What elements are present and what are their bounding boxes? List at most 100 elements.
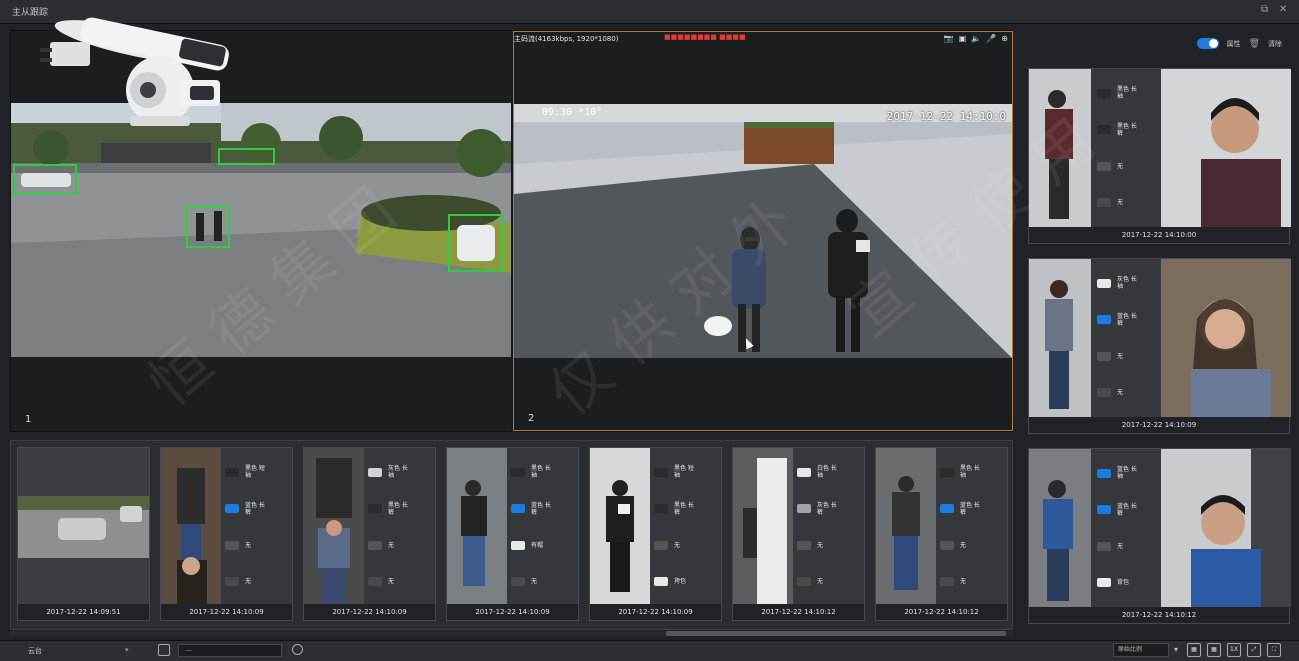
ptz-label[interactable]: 云台 [28, 646, 42, 656]
zoom-1x-button[interactable]: 1X [1227, 643, 1241, 657]
hat-icon [940, 540, 954, 550]
video-osd-text: 09:30 *10° [542, 107, 603, 118]
attribute-label: 有帽 [531, 541, 544, 549]
pants-icon [1097, 125, 1111, 135]
scrollbar-thumb[interactable] [666, 631, 1006, 636]
attribute-label: 无 [1117, 199, 1124, 207]
thumbnail-time: 2017-12-22 14:10:12 [876, 604, 1007, 620]
attribute-list: 灰色 长袖 蓝色 长裤 无 无 [1095, 259, 1141, 417]
attribute-label: 灰色 长裤 [817, 501, 837, 516]
video-index-left: 1 [25, 414, 32, 425]
restore-icon[interactable]: ⧉ [1261, 5, 1271, 15]
thumbnail-image [590, 448, 650, 606]
body-image [1029, 259, 1091, 417]
thumbnail-image [733, 448, 793, 606]
attribute-label: 黑色 长袖 [1117, 86, 1137, 101]
thumbnail-card[interactable]: 黑色 短袖 蓝色 长裤 无 无 2017-12-22 14:10:09 [160, 447, 293, 621]
aspect-ratio-select[interactable]: 原始比例 [1113, 643, 1178, 657]
attribute-label: 无 [960, 578, 967, 586]
clear-button[interactable]: 清除 [1268, 39, 1282, 49]
attribute-label: 无 [388, 578, 395, 586]
zoom-icon[interactable]: ⊕ [1001, 34, 1008, 43]
thumbnail-card[interactable]: 白色 长袖 灰色 长裤 无 无 2017-12-22 14:10:12 [732, 447, 865, 621]
attribute-row: 背包 [1097, 570, 1139, 596]
attribute-toggle[interactable] [1196, 38, 1219, 49]
person-card[interactable]: 蓝色 长袖 蓝色 长裤 无 背包 2017-12-22 14:10:12 [1028, 448, 1291, 624]
thumbnail-image [447, 448, 507, 606]
thumbnail-time: 2017-12-22 14:10:09 [304, 604, 435, 620]
hat-icon [368, 540, 382, 550]
attribute-list: 灰色 长袖 黑色 长裤 无 无 [366, 448, 412, 606]
fullscreen-icon[interactable]: ⛶ [1267, 643, 1281, 657]
attribute-row: 无 [654, 532, 696, 558]
thumbnail-time: 2017-12-22 14:09:51 [18, 604, 149, 620]
video-timestamp: 2017-12-22 14:10:0 [886, 110, 1006, 123]
save-icon[interactable] [158, 644, 170, 656]
shirt-icon [797, 467, 811, 477]
attribute-label: 无 [960, 541, 967, 549]
thumbnail-card[interactable]: 2017-12-22 14:09:51 [17, 447, 150, 621]
audio-icon[interactable]: 🔈 [971, 34, 981, 43]
layout-split-icon[interactable]: ▦ [1207, 643, 1221, 657]
attribute-row: 蓝色 长裤 [225, 496, 267, 522]
thumbnail-card[interactable]: 黑色 短袖 黑色 长裤 无 挎包 2017-12-22 14:10:09 [589, 447, 722, 621]
attribute-label: 无 [531, 578, 538, 586]
pants-icon [1097, 315, 1111, 325]
hat-icon [1097, 351, 1111, 361]
attribute-label: 蓝色 长裤 [245, 501, 265, 516]
preset-select[interactable]: — [178, 644, 282, 657]
attribute-label: 黑色 长裤 [674, 501, 694, 516]
attribute-row: 无 [1097, 380, 1139, 406]
person-card[interactable]: 黑色 长袖 黑色 长裤 无 无 2017-12-22 14:10:00 [1028, 68, 1291, 244]
tracking-scene-graphic [514, 104, 1012, 358]
refresh-icon[interactable] [292, 644, 303, 655]
attribute-row: 无 [1097, 190, 1139, 216]
shirt-icon [1097, 278, 1111, 288]
hat-icon [797, 540, 811, 550]
attribute-row: 蓝色 长裤 [511, 496, 553, 522]
close-icon[interactable]: ✕ [1279, 5, 1289, 15]
attribute-row: 黑色 短袖 [654, 459, 696, 485]
attribute-row: 黑色 长袖 [511, 459, 553, 485]
video-panel-tracking[interactable]: 主码流(4163kbps, 1920*1080) ■■■■■■■■ ■■■■ 📷… [513, 31, 1013, 431]
attribute-label: 无 [245, 541, 252, 549]
bag-icon [1097, 578, 1111, 588]
attribute-label: 蓝色 长裤 [960, 501, 980, 516]
pants-icon [511, 504, 525, 514]
record-icon[interactable]: ▣ [959, 34, 967, 43]
bottom-toolbar: 云台 ▾ — 原始比例 ▦ ▦ 1X ⤢ ⛶ [0, 640, 1299, 661]
face-image [1161, 449, 1291, 607]
camera-product-image [40, 17, 229, 126]
trash-icon[interactable]: 🗑 [1249, 39, 1260, 49]
bag-icon [368, 577, 382, 587]
window-controls: ⧉ ✕ [1261, 5, 1289, 15]
pants-icon [368, 504, 382, 514]
thumbnail-card[interactable]: 黑色 长袖 蓝色 长裤 有帽 无 2017-12-22 14:10:09 [446, 447, 579, 621]
thumbnail-card[interactable]: 黑色 长袖 蓝色 长裤 无 无 2017-12-22 14:10:12 [875, 447, 1008, 621]
thumbnail-card[interactable]: 灰色 长袖 黑色 长裤 无 无 2017-12-22 14:10:09 [303, 447, 436, 621]
capture-thumbnails: 2017-12-22 14:09:51 黑色 短袖 蓝色 长裤 无 无 2017… [10, 440, 1013, 630]
attribute-row: 无 [225, 569, 267, 595]
toggle-label: 属性 [1226, 39, 1241, 48]
pants-icon [940, 504, 954, 514]
attribute-label: 挎包 [674, 578, 687, 586]
thumbnail-scrollbar[interactable] [10, 631, 1013, 636]
mic-icon[interactable]: 🎤 [986, 34, 996, 43]
attribute-label: 背包 [1117, 579, 1130, 587]
edit-icon[interactable]: ⤢ [1247, 643, 1261, 657]
attribute-list: 黑色 长袖 蓝色 长裤 有帽 无 [509, 448, 555, 606]
shirt-icon [225, 467, 239, 477]
chevron-down-icon[interactable]: ▾ [125, 646, 129, 654]
hat-icon [654, 540, 668, 550]
snapshot-icon[interactable]: 📷 [944, 34, 954, 43]
attribute-list: 黑色 长袖 黑色 长裤 无 无 [1095, 69, 1141, 227]
body-image [1029, 449, 1091, 607]
attribute-row: 灰色 长裤 [797, 496, 839, 522]
attribute-sidebar: 属性 🗑 清除 黑色 长袖 黑色 长裤 无 无 2017-12-22 14:10… [1022, 28, 1294, 640]
view-controls: 原始比例 ▦ ▦ 1X ⤢ ⛶ [1113, 643, 1281, 657]
person-card[interactable]: 灰色 长袖 蓝色 长裤 无 无 2017-12-22 14:10:09 [1028, 258, 1291, 434]
attribute-list: 蓝色 长袖 蓝色 长裤 无 背包 [1095, 449, 1141, 607]
layout-grid-icon[interactable]: ▦ [1187, 643, 1201, 657]
attribute-label: 无 [1117, 352, 1124, 360]
attribute-list: 黑色 长袖 蓝色 长裤 无 无 [938, 448, 984, 606]
